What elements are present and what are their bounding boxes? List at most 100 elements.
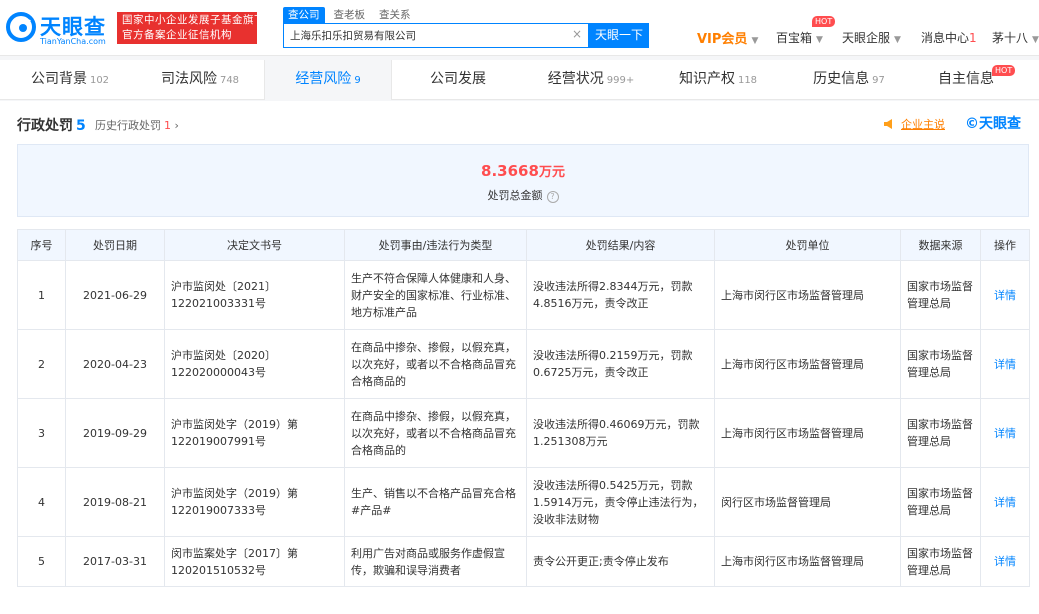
table-row: 4 2019-08-21 沪市监闵处字（2019）第122019007333号 … xyxy=(17,467,1030,537)
table-row: 2 2020-04-23 沪市监闵处〔2020〕122020000043号 在商… xyxy=(17,329,1030,399)
search-tab-company[interactable]: 查公司 xyxy=(283,7,325,23)
tab-count: 97 xyxy=(872,75,885,86)
help-icon[interactable]: ? xyxy=(546,191,559,203)
logo-domain: TianYanCha.com xyxy=(40,37,106,46)
tab-history-info[interactable]: 历史信息 97 xyxy=(812,60,886,100)
chevron-down-icon: ▼ xyxy=(1032,35,1039,45)
baibaoxiang-menu[interactable]: 百宝箱 ▼ xyxy=(776,29,823,46)
tab-count: 102 xyxy=(89,75,110,86)
cell-result: 没收违法所得2.8344万元，罚款4.8516万元，责令改正 xyxy=(526,260,715,330)
cell-reason: 利用广告对商品或服务作虚假宣传，欺骗和误导消费者 xyxy=(344,536,527,587)
chevron-right-icon: › xyxy=(171,119,179,132)
history-penalty-link[interactable]: 历史行政处罚 1 › xyxy=(95,117,179,133)
cell-reason: 生产、销售以不合格产品冒充合格#产品# xyxy=(344,467,527,537)
hot-badge: HOT xyxy=(812,16,836,27)
vip-label: VIP会员 xyxy=(697,32,748,47)
gov-badge: 国家中小企业发展子基金旗下 官方备案企业征信机构 xyxy=(117,12,257,44)
tab-company-background[interactable]: 公司背景 102 xyxy=(26,60,114,100)
owner-says-link[interactable]: 企业主说 xyxy=(883,116,945,132)
search-button[interactable]: 天眼一下 xyxy=(589,23,649,48)
cell-date: 2021-06-29 xyxy=(65,260,165,330)
clear-icon[interactable]: × xyxy=(572,27,582,41)
cell-reason: 在商品中掺杂、掺假，以假充真，以次充好，或者以不合格商品冒充合格商品的 xyxy=(344,329,527,399)
col-header-doc: 决定文书号 xyxy=(164,229,345,261)
penalty-table: 序号 处罚日期 决定文书号 处罚事由/违法行为类型 处罚结果/内容 处罚单位 数… xyxy=(17,229,1030,587)
top-header: 天眼查 TianYanCha.com 国家中小企业发展子基金旗下 官方备案企业征… xyxy=(0,0,1039,56)
gov-badge-line2: 官方备案企业征信机构 xyxy=(122,29,232,41)
cell-doc: 沪市监闵处字（2019）第122019007991号 xyxy=(164,398,345,468)
tab-label: 司法风险 xyxy=(160,71,217,87)
search-input[interactable] xyxy=(284,24,564,47)
tab-count: 748 xyxy=(219,75,240,86)
cell-unit: 闵行区市场监督管理局 xyxy=(714,467,901,537)
tab-intellectual-property[interactable]: 知识产权 118 xyxy=(678,60,758,100)
tab-label: 经营状况 xyxy=(547,71,604,87)
tab-label: 经营风险 xyxy=(295,71,352,87)
col-header-date: 处罚日期 xyxy=(65,229,165,261)
tab-count: 9 xyxy=(354,75,361,86)
qifu-menu[interactable]: 天眼企服 ▼ xyxy=(842,29,901,46)
section-count: 5 xyxy=(76,118,86,134)
admin-penalty-section: 行政处罚 5 历史行政处罚 1 › 企业主说 ©天眼查 8.3668万元 处罚总金额… xyxy=(0,101,1039,614)
col-header-unit: 处罚单位 xyxy=(714,229,901,261)
message-center-link[interactable]: 消息中心1 xyxy=(921,29,977,46)
tab-company-development[interactable]: 公司发展 xyxy=(428,60,488,100)
megaphone-icon xyxy=(884,119,892,129)
tab-business-status[interactable]: 经营状况 999+ xyxy=(546,60,636,100)
col-header-action: 操作 xyxy=(980,229,1030,261)
section-title: 行政处罚 5 xyxy=(17,115,86,135)
table-header-row: 序号 处罚日期 决定文书号 处罚事由/违法行为类型 处罚结果/内容 处罚单位 数… xyxy=(17,229,1030,261)
user-menu[interactable]: 茅十八 ▼ xyxy=(992,29,1039,46)
col-header-result: 处罚结果/内容 xyxy=(526,229,715,261)
cell-doc: 闵市监案处字〔2017〕第120201510532号 xyxy=(164,536,345,587)
hot-badge: HOT xyxy=(992,65,1016,76)
cell-doc: 沪市监闵处字（2019）第122019007333号 xyxy=(164,467,345,537)
detail-link[interactable]: 详情 xyxy=(980,467,1030,537)
vip-menu[interactable]: VIP会员 ▼ xyxy=(697,28,758,47)
tab-label: 公司背景 xyxy=(30,71,87,87)
cell-date: 2019-09-29 xyxy=(65,398,165,468)
cell-no: 2 xyxy=(17,329,66,399)
table-row: 3 2019-09-29 沪市监闵处字（2019）第122019007991号 … xyxy=(17,398,1030,468)
dimension-tabs: 公司背景 102 司法风险 748 经营风险 9 公司发展 经营状况 999+ 知识产权… xyxy=(0,60,1039,100)
tab-self-info[interactable]: 自主信息 xyxy=(936,60,996,100)
col-header-source: 数据来源 xyxy=(900,229,981,261)
search-tab-boss[interactable]: 查老板 xyxy=(329,7,371,23)
tab-operating-risk[interactable]: 经营风险 9 xyxy=(264,60,392,100)
detail-link[interactable]: 详情 xyxy=(980,398,1030,468)
cell-no: 1 xyxy=(17,260,66,330)
tab-label: 公司发展 xyxy=(430,71,486,87)
cell-unit: 上海市闵行区市场监督管理局 xyxy=(714,536,901,587)
detail-link[interactable]: 详情 xyxy=(980,260,1030,330)
tab-label: 历史信息 xyxy=(813,71,870,87)
owner-says-label: 企业主说 xyxy=(901,118,945,131)
cell-reason: 生产不符合保障人体健康和人身、财产安全的国家标准、行业标准、地方标准产品 xyxy=(344,260,527,330)
message-count: 1 xyxy=(969,31,977,45)
tianyancha-logo[interactable]: 天眼查 TianYanCha.com xyxy=(6,10,110,46)
cell-source: 国家市场监督管理总局 xyxy=(900,536,981,587)
search-tab-relation[interactable]: 查关系 xyxy=(374,7,416,23)
tab-label: 自主信息 xyxy=(938,71,994,87)
cell-source: 国家市场监督管理总局 xyxy=(900,467,981,537)
cell-source: 国家市场监督管理总局 xyxy=(900,329,981,399)
tab-label: 知识产权 xyxy=(678,71,735,87)
detail-link[interactable]: 详情 xyxy=(980,329,1030,399)
detail-link[interactable]: 详情 xyxy=(980,536,1030,587)
brand-watermark: ©天眼查 xyxy=(965,113,1021,133)
user-name: 茅十八 xyxy=(992,31,1029,45)
cell-date: 2020-04-23 xyxy=(65,329,165,399)
gov-badge-line1: 国家中小企业发展子基金旗下 xyxy=(122,14,257,26)
history-label: 历史行政处罚 xyxy=(95,119,161,132)
cell-reason: 在商品中掺杂、掺假，以假充真，以次充好，或者以不合格商品冒充合格商品的 xyxy=(344,398,527,468)
penalty-summary: 8.3668万元 处罚总金额? xyxy=(17,144,1029,217)
cell-source: 国家市场监督管理总局 xyxy=(900,398,981,468)
col-header-no: 序号 xyxy=(17,229,66,261)
cell-result: 没收违法所得0.2159万元，罚款0.6725万元，责令改正 xyxy=(526,329,715,399)
chevron-down-icon: ▼ xyxy=(816,35,823,45)
section-title-label: 行政处罚 xyxy=(17,118,73,134)
cell-source: 国家市场监督管理总局 xyxy=(900,260,981,330)
cell-result: 没收违法所得0.46069万元，罚款1.251308万元 xyxy=(526,398,715,468)
brand-text: 天眼查 xyxy=(979,116,1021,132)
tab-judicial-risk[interactable]: 司法风险 748 xyxy=(156,60,244,100)
tab-count: 118 xyxy=(737,75,758,86)
